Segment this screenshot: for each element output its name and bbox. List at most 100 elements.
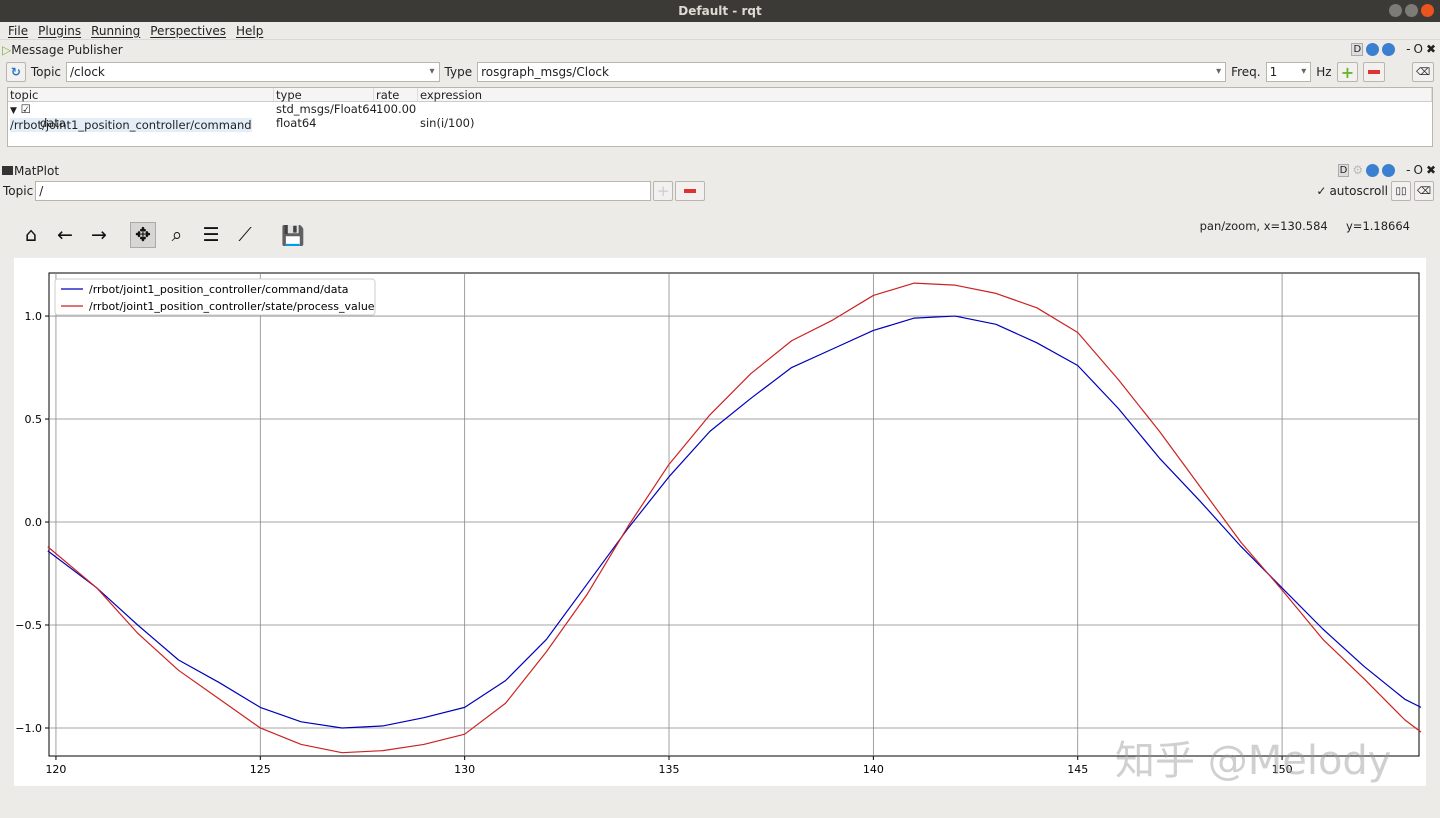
window-titlebar: Default - rqt [0,0,1440,22]
close-button[interactable] [1421,4,1434,17]
hz-label: Hz [1316,65,1332,79]
dock-float[interactable]: O [1413,163,1422,177]
legend-label: /rrbot/joint1_position_controller/comman… [89,283,349,296]
y-tick-label: 0.0 [25,516,43,529]
y-tick-label: −0.5 [15,619,42,632]
refresh-icon: ↻ [10,65,21,79]
configure-icon: ☰ [202,224,220,246]
minus-icon [1368,70,1381,74]
autoscroll-checkbox[interactable]: ✓ [1316,184,1326,198]
plus-icon: + [1340,62,1355,82]
dock-close[interactable]: ✖ [1426,163,1436,177]
home-icon: ⌂ [24,224,38,246]
maximize-button[interactable] [1405,4,1418,17]
menubar: File Plugins Running Perspectives Help [0,22,1440,40]
pause-button[interactable]: ▯▯ [1391,181,1411,201]
matplot-topic-input[interactable]: / [35,181,652,201]
matplot-title: MatPlot [14,163,60,178]
remove-publisher-button[interactable] [1363,62,1386,82]
dock-d-button[interactable]: D [1337,163,1350,177]
menu-plugins[interactable]: Plugins [38,24,81,38]
row-rate[interactable]: 100.00 [374,102,418,116]
autoscroll-label: autoscroll [1329,184,1388,198]
save-button[interactable]: 💾 [280,222,306,248]
reload-icon[interactable] [1366,42,1380,56]
home-button[interactable]: ⌂ [18,222,44,248]
remove-topic-button[interactable] [675,181,706,201]
y-tick-label: 0.5 [25,413,43,426]
matplot-dock-header: MatPlot D ⚙ - O ✖ [0,161,1440,180]
refresh-button[interactable]: ↻ [6,62,26,82]
row-topic: data [40,116,66,130]
pause-icon: ▯▯ [1395,185,1407,197]
clear-button[interactable]: ⌫ [1412,62,1434,82]
x-tick-label: 125 [250,763,271,776]
edit-axes-icon: ⟋ [238,224,252,246]
y-tick-label: 1.0 [25,310,43,323]
publisher-dock-header: ▷ Message Publisher D - O ✖ [0,40,1440,59]
x-tick-label: 130 [454,763,475,776]
publisher-title: Message Publisher [11,42,123,57]
menu-help[interactable]: Help [236,24,263,38]
line-chart[interactable]: 120 125 130 135 140 145 1501.00.50.0−0.5−1.0/r… [14,258,1426,786]
dock-close[interactable]: ✖ [1426,42,1436,56]
pan-button[interactable]: ✥ [130,222,156,248]
dock-minimize[interactable]: - [1406,163,1410,177]
watermark: 知乎 @Melody [1115,738,1392,784]
row-expression[interactable]: sin(i/100) [418,116,474,130]
back-button[interactable]: ← [52,222,78,248]
play-icon: ▷ [2,42,12,57]
edit-axes-button[interactable]: ⟋ [232,222,258,248]
save-icon: 💾 [281,224,305,247]
freq-combo[interactable]: 1 [1265,62,1312,82]
dock-minimize[interactable]: - [1406,42,1410,56]
configure-button[interactable]: ☰ [198,222,224,248]
row-type: std_msgs/Float64 [276,102,377,116]
topic-combo[interactable]: /clock [66,62,440,82]
x-tick-label: 145 [1067,763,1088,776]
clear-plot-button[interactable]: ⌫ [1414,181,1434,201]
zoom-button[interactable]: ⌕ [164,222,190,248]
dock-float[interactable]: O [1413,42,1422,56]
table-row[interactable]: data float64 sin(i/100) [8,116,1432,130]
type-label: Type [444,65,473,79]
type-combo[interactable]: rosgraph_msgs/Clock [477,62,1227,82]
plot-area [48,272,1420,757]
dock-d-button[interactable]: D [1351,42,1364,56]
reload-icon[interactable] [1366,163,1380,177]
col-type[interactable]: type [274,88,374,102]
add-publisher-button[interactable]: + [1336,62,1359,82]
topic-label: Topic [30,65,62,79]
gear-icon[interactable]: ⚙ [1352,163,1363,177]
x-tick-label: 120 [45,763,66,776]
y-tick-label: −1.0 [15,722,42,735]
col-rate[interactable]: rate [374,88,418,102]
col-topic[interactable]: topic [8,88,274,102]
clear-icon: ⌫ [1416,185,1432,197]
clear-icon: ⌫ [1416,66,1431,78]
add-topic-button[interactable]: + [653,181,674,201]
x-tick-label: 135 [659,763,680,776]
pan-icon: ✥ [135,224,151,246]
menu-running[interactable]: Running [91,24,140,38]
plot-figure[interactable]: 120 125 130 135 140 145 150 1.0 0.5 0.0 −0.5 −1.0/r… [14,258,1426,786]
cursor-status: pan/zoom, x=130.584 y=1.18664 [1199,219,1410,233]
forward-icon: → [91,224,107,246]
freq-label: Freq. [1231,65,1261,79]
expand-icon[interactable]: ▼ [10,106,17,116]
zoom-icon: ⌕ [171,224,183,246]
row-expression[interactable] [418,102,420,116]
forward-button[interactable]: → [86,222,112,248]
back-icon: ← [57,224,73,246]
help-icon[interactable] [1382,163,1396,177]
window-title: Default - rqt [678,4,762,18]
menu-file[interactable]: File [8,24,28,38]
minimize-button[interactable] [1389,4,1402,17]
col-expression[interactable]: expression [418,88,1432,102]
help-icon[interactable] [1382,42,1396,56]
x-tick-label: 140 [863,763,884,776]
legend-label: /rrbot/joint1_position_controller/state/… [89,300,375,313]
menu-perspectives[interactable]: Perspectives [150,24,226,38]
enabled-checkbox[interactable]: ☑ [21,102,31,116]
table-row[interactable]: ▼ ☑ /rrbot/joint1_position_controller/co… [8,102,1432,132]
